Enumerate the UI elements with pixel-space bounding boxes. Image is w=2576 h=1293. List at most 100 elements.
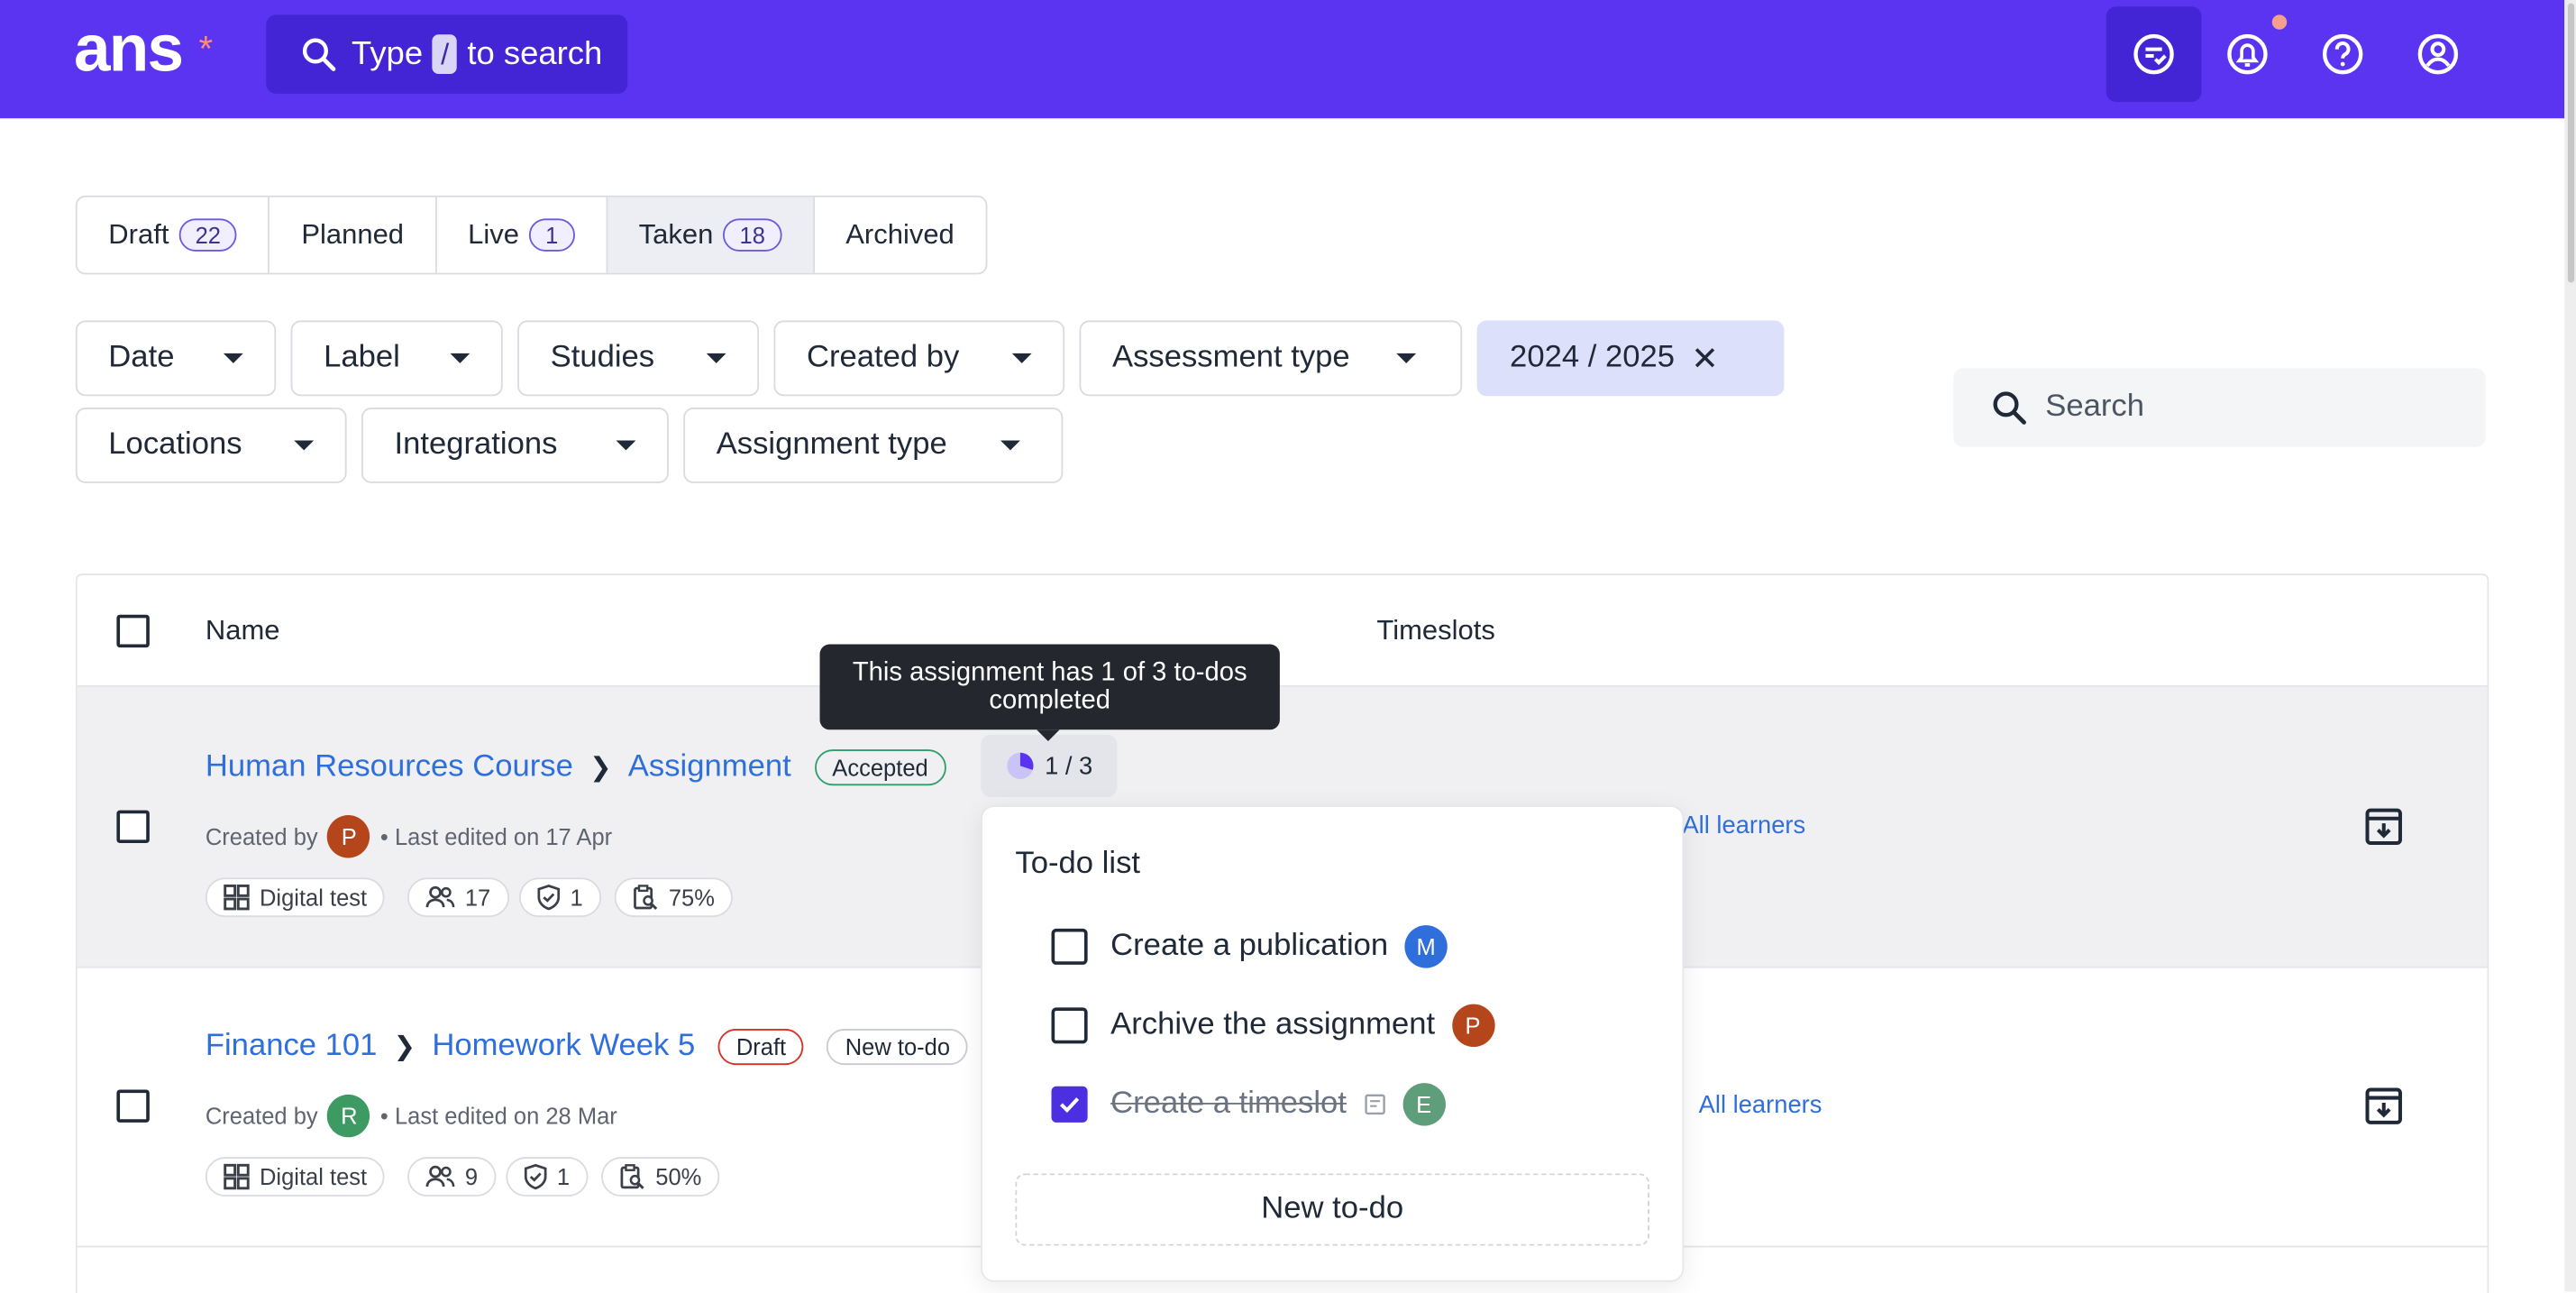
status-tabs: Draft 22 Planned Live 1 Taken 18 Archived bbox=[75, 195, 988, 275]
scrollbar-thumb[interactable] bbox=[2567, 3, 2575, 283]
help-button[interactable] bbox=[2295, 6, 2390, 102]
filter-label-dropdown[interactable]: Label bbox=[290, 320, 503, 397]
learners-tag: 9 bbox=[407, 1157, 497, 1197]
todo-label[interactable]: Create a timeslot bbox=[1110, 1087, 1347, 1123]
row-meta: Created by P • Last edited on 17 Apr bbox=[206, 815, 613, 858]
filter-label: Studies bbox=[550, 340, 655, 375]
filter-assessment-type[interactable]: Assessment type bbox=[1079, 320, 1463, 397]
filter-studies[interactable]: Studies bbox=[517, 320, 760, 397]
todo-item[interactable]: Create a timeslot E bbox=[1051, 1083, 1446, 1126]
last-edited: • Last edited on 28 Mar bbox=[379, 1103, 617, 1130]
clear-filter-icon[interactable]: ✕ bbox=[1691, 338, 1719, 380]
search-icon bbox=[302, 38, 336, 71]
assignment-link[interactable]: Assignment bbox=[628, 749, 791, 785]
checks-count: 1 bbox=[570, 884, 583, 911]
column-header-name[interactable]: Name bbox=[206, 615, 280, 647]
checks-tag: 1 bbox=[506, 1157, 589, 1197]
timeslot-link[interactable]: All learners bbox=[1699, 1091, 1822, 1119]
todo-progress-text: 1 / 3 bbox=[1045, 751, 1093, 780]
checkmark-icon bbox=[1060, 1097, 1080, 1114]
todo-label[interactable]: Archive the assignment bbox=[1110, 1007, 1435, 1043]
status-badge: Draft bbox=[717, 1029, 805, 1066]
todo-checkbox[interactable] bbox=[1051, 1007, 1088, 1044]
filter-label: 2024 / 2025 bbox=[1510, 340, 1676, 375]
note-icon bbox=[1364, 1094, 1385, 1115]
top-bar: ans * Type / to search bbox=[0, 0, 2565, 119]
bell-icon bbox=[2227, 33, 2268, 75]
archive-icon[interactable] bbox=[2362, 1085, 2405, 1127]
todo-list-button[interactable] bbox=[2106, 6, 2202, 103]
caret-down-icon bbox=[1396, 353, 1417, 363]
people-icon bbox=[425, 885, 455, 908]
tab-live[interactable]: Live 1 bbox=[436, 197, 608, 273]
todo-checkbox[interactable] bbox=[1051, 928, 1088, 965]
todo-label[interactable]: Create a publication bbox=[1110, 929, 1388, 965]
todo-list-icon bbox=[2133, 33, 2174, 75]
last-edited: • Last edited on 17 Apr bbox=[379, 823, 613, 850]
course-link[interactable]: Human Resources Course bbox=[206, 749, 573, 785]
shield-check-icon bbox=[537, 884, 561, 911]
tab-archived[interactable]: Archived bbox=[814, 197, 986, 273]
account-button[interactable] bbox=[2390, 6, 2486, 102]
assignment-link[interactable]: Homework Week 5 bbox=[432, 1029, 695, 1065]
caret-down-icon bbox=[706, 353, 726, 363]
todo-progress-button[interactable]: 1 / 3 bbox=[981, 734, 1118, 798]
todo-checkbox-checked[interactable] bbox=[1051, 1086, 1088, 1123]
filter-date[interactable]: Date bbox=[75, 320, 277, 397]
assignee-avatar: P bbox=[1451, 1004, 1494, 1048]
archive-icon[interactable] bbox=[2362, 805, 2405, 848]
filter-locations[interactable]: Locations bbox=[75, 408, 347, 483]
created-by-label: Created by bbox=[205, 1103, 318, 1130]
tab-taken[interactable]: Taken 18 bbox=[607, 197, 815, 273]
score-tag: 50% bbox=[601, 1157, 720, 1197]
tab-label: Taken bbox=[638, 218, 714, 251]
timeslot-link[interactable]: All learners bbox=[1682, 812, 1805, 839]
tab-count-badge: 1 bbox=[528, 218, 575, 252]
shield-check-icon bbox=[524, 1163, 547, 1190]
user-icon bbox=[2417, 33, 2459, 75]
todo-item[interactable]: Create a publication M bbox=[1051, 925, 1448, 968]
search-icon bbox=[1993, 391, 2026, 425]
row-checkbox[interactable] bbox=[116, 810, 150, 844]
caret-down-icon bbox=[223, 353, 243, 363]
column-header-timeslots: Timeslots bbox=[1376, 614, 1495, 646]
select-all-checkbox[interactable] bbox=[116, 614, 150, 648]
learners-tag: 17 bbox=[407, 877, 509, 918]
chevron-right-icon: ❯ bbox=[393, 1033, 416, 1062]
global-search[interactable]: Type / to search bbox=[266, 14, 628, 94]
tooltip-text: This assignment has 1 of 3 to-dos comple… bbox=[852, 658, 1247, 715]
new-todo-badge[interactable]: New to-do bbox=[827, 1029, 969, 1066]
tab-count-badge: 18 bbox=[723, 218, 782, 252]
filter-integrations[interactable]: Integrations bbox=[361, 408, 669, 483]
row-checkbox[interactable] bbox=[116, 1089, 150, 1123]
tab-draft[interactable]: Draft 22 bbox=[77, 197, 270, 273]
tab-label: Draft bbox=[108, 218, 169, 251]
search-prefix: Type bbox=[352, 35, 424, 72]
clipboard-search-icon bbox=[634, 885, 658, 910]
logo-star: * bbox=[198, 27, 214, 69]
search-shortcut-key: / bbox=[433, 34, 458, 75]
avatar: P bbox=[327, 815, 370, 858]
tab-planned[interactable]: Planned bbox=[269, 197, 437, 273]
new-todo-label: New to-do bbox=[1261, 1191, 1404, 1226]
tab-count-badge: 22 bbox=[178, 218, 238, 252]
type-tag: Digital test bbox=[205, 877, 386, 918]
course-link[interactable]: Finance 101 bbox=[206, 1029, 378, 1065]
filter-label: Label bbox=[324, 340, 400, 375]
grid-icon bbox=[224, 1163, 250, 1190]
notification-dot bbox=[2271, 14, 2288, 30]
assignee-avatar: E bbox=[1402, 1083, 1446, 1126]
filter-assignment-type[interactable]: Assignment type bbox=[683, 408, 1064, 483]
row-title: Human Resources Course ❯ Assignment Acce… bbox=[206, 749, 946, 786]
caret-down-icon bbox=[1011, 353, 1032, 363]
app-logo[interactable]: ans * bbox=[74, 16, 213, 82]
status-badge: Accepted bbox=[814, 749, 946, 786]
todo-item[interactable]: Archive the assignment P bbox=[1051, 1004, 1494, 1048]
filter-created-by[interactable]: Created by bbox=[773, 320, 1065, 397]
filter-year-active[interactable]: 2024 / 2025 ✕ bbox=[1476, 320, 1785, 397]
filter-label: Integrations bbox=[394, 426, 558, 463]
table-search-input[interactable]: Search bbox=[1953, 368, 2486, 447]
new-todo-button[interactable]: New to-do bbox=[1015, 1173, 1649, 1246]
progress-pie-icon bbox=[1007, 752, 1034, 779]
filter-label: Assignment type bbox=[716, 426, 947, 463]
